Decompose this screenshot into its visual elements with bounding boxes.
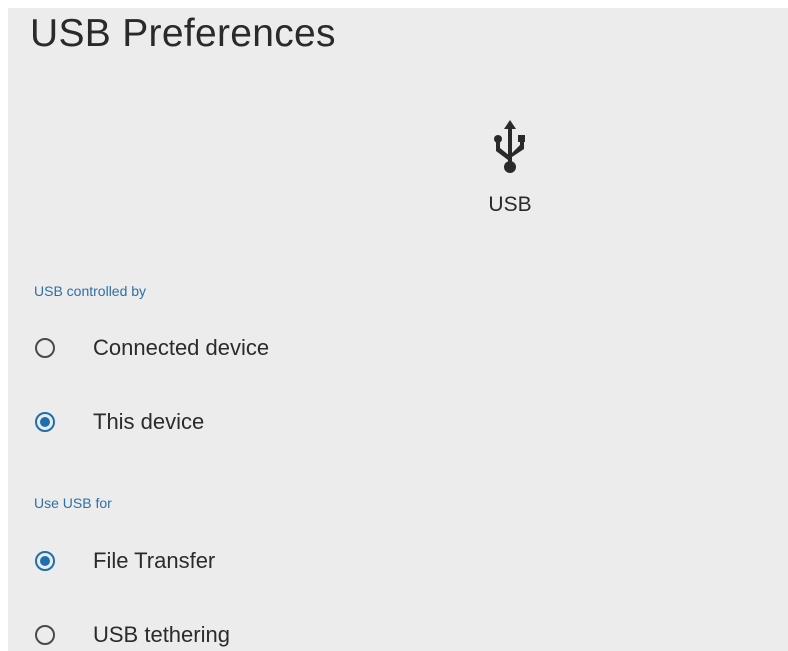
option-label: File Transfer — [93, 548, 216, 573]
option-this-device[interactable]: This device — [8, 393, 788, 451]
option-connected-device[interactable]: Connected device — [8, 319, 788, 377]
section-header-usb-controlled-by: USB controlled by — [34, 283, 147, 299]
radio-this-device[interactable] — [35, 412, 55, 432]
option-file-transfer[interactable]: File Transfer — [8, 532, 788, 590]
option-label: USB tethering — [93, 622, 230, 647]
option-label: Connected device — [93, 335, 270, 360]
radio-connected-device[interactable] — [35, 338, 55, 358]
section-header-use-usb-for: Use USB for — [34, 495, 112, 511]
usb-icon — [491, 120, 529, 176]
usb-header: USB — [470, 120, 550, 218]
usb-preferences-screen: USB Preferences USB USB controlled by Co… — [8, 8, 788, 651]
usb-label: USB — [488, 193, 532, 216]
radio-usb-tethering[interactable] — [35, 625, 55, 645]
option-usb-tethering[interactable]: USB tethering — [8, 606, 788, 651]
option-label: This device — [93, 409, 205, 434]
page-title: USB Preferences — [30, 12, 336, 55]
radio-file-transfer[interactable] — [35, 551, 55, 571]
